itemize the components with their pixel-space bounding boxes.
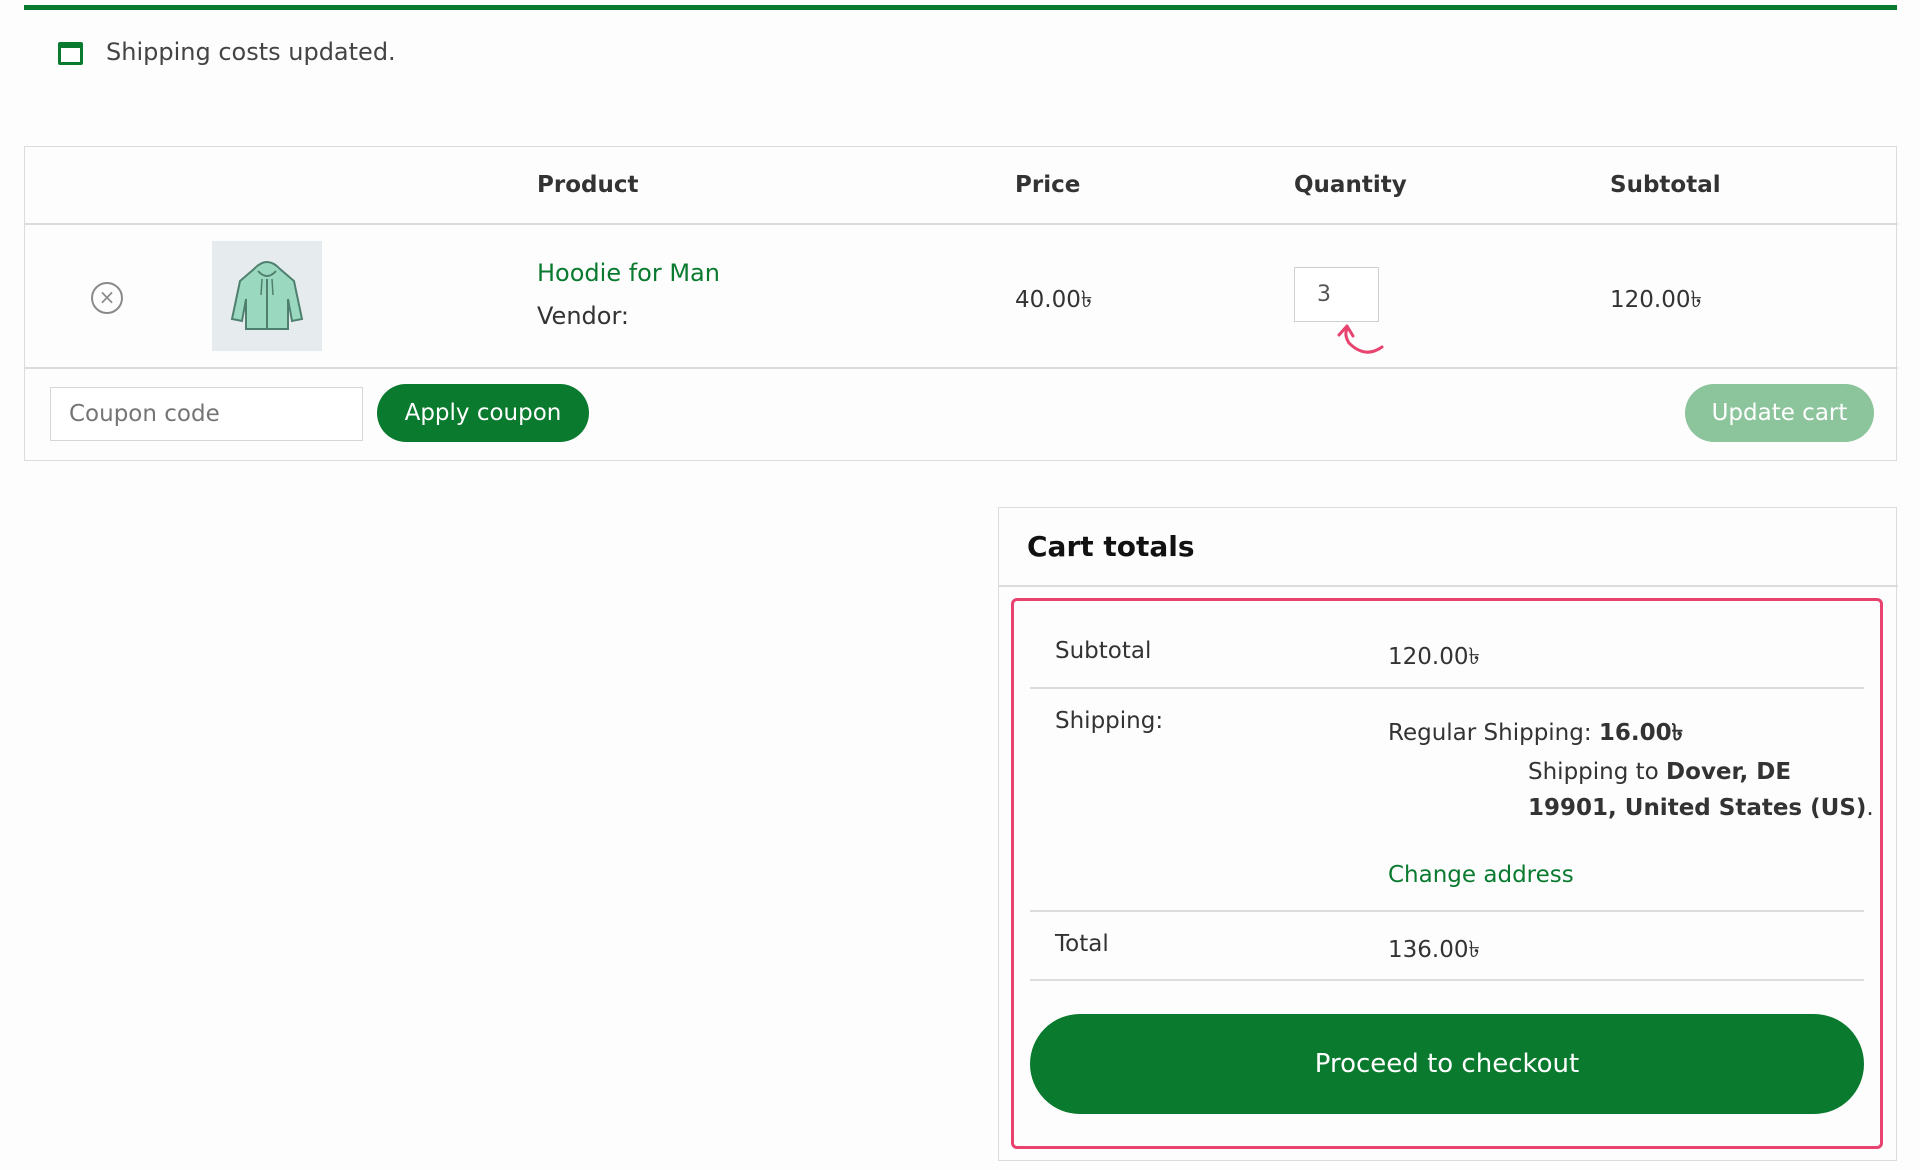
shipping-to-city: Dover, DE (1666, 759, 1792, 785)
total-label: Total (1055, 931, 1109, 957)
totals-subtotal-label: Subtotal (1055, 638, 1152, 664)
item-subtotal: 120.00৳ (1610, 287, 1702, 313)
cart-totals-panel: Cart totals Subtotal 120.00৳ Shipping: R… (998, 507, 1898, 1161)
product-vendor: Vendor: (537, 302, 629, 330)
product-thumbnail[interactable] (212, 241, 322, 351)
header-price: Price (1015, 172, 1081, 198)
total-value: 136.00৳ (1388, 937, 1480, 963)
cart-totals-title: Cart totals (1027, 530, 1195, 563)
remove-item-icon[interactable]: × (91, 282, 123, 314)
row-divider (1030, 687, 1864, 689)
totals-subtotal-value: 120.00৳ (1388, 644, 1480, 670)
notice-top-border (24, 5, 1897, 10)
shipping-method-name: Regular Shipping: (1388, 720, 1599, 746)
cart-table: Product Price Quantity Subtotal × Hoodie… (24, 146, 1898, 461)
header-product: Product (537, 172, 639, 198)
shipping-cost: 16.00৳ (1598, 720, 1684, 746)
title-divider (999, 585, 1898, 587)
change-address-link[interactable]: Change address (1388, 862, 1574, 888)
annotation-arrow-icon (1337, 324, 1384, 354)
header-quantity: Quantity (1294, 172, 1407, 198)
apply-coupon-button[interactable]: Apply coupon (377, 384, 589, 442)
hoodie-icon (230, 261, 304, 330)
row-divider (25, 223, 1898, 225)
shipping-label: Shipping: (1055, 708, 1164, 734)
row-divider (1030, 910, 1864, 912)
coupon-code-input[interactable] (50, 387, 363, 441)
header-subtotal: Subtotal (1610, 172, 1721, 198)
shipping-method: Regular Shipping: 16.00৳ (1388, 714, 1683, 753)
shipping-destination: Shipping to Dover, DE 19901, United Stat… (1528, 754, 1874, 826)
shipping-to-country: 19901, United States (US) (1528, 795, 1867, 821)
row-divider (25, 367, 1898, 369)
product-name-link[interactable]: Hoodie for Man (537, 259, 720, 287)
shipping-to-prefix: Shipping to (1528, 759, 1667, 785)
product-price: 40.00৳ (1015, 287, 1093, 313)
notice-message: Shipping costs updated. (106, 38, 396, 66)
shipping-to-suffix: . (1866, 795, 1874, 821)
row-divider (1030, 979, 1864, 981)
window-icon (58, 42, 83, 65)
update-cart-button[interactable]: Update cart (1685, 384, 1874, 442)
proceed-to-checkout-button[interactable]: Proceed to checkout (1030, 1014, 1864, 1114)
